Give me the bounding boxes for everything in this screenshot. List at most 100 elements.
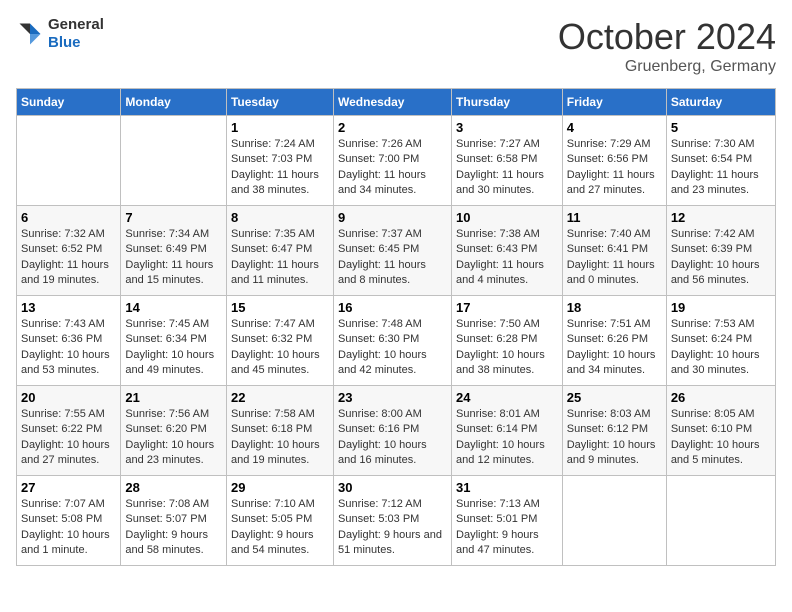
day-number: 13 (21, 300, 116, 315)
day-info: Sunrise: 7:53 AM Sunset: 6:24 PM Dayligh… (671, 317, 771, 379)
calendar-cell (17, 116, 121, 206)
day-info: Sunrise: 7:47 AM Sunset: 6:32 PM Dayligh… (231, 317, 329, 379)
day-number: 30 (338, 480, 447, 495)
calendar-cell: 21 Sunrise: 7:56 AM Sunset: 6:20 PM Dayli… (121, 386, 227, 476)
calendar-cell: 17Sunrise: 7:50 AM Sunset: 6:28 PM Dayli… (452, 296, 563, 386)
calendar-week-row: 20Sunrise: 7:55 AM Sunset: 6:22 PM Dayli… (17, 386, 776, 476)
day-info: Sunrise: 7:42 AM Sunset: 6:39 PM Dayligh… (671, 227, 771, 289)
calendar-cell: 22 Sunrise: 7:58 AM Sunset: 6:18 PM Dayli… (226, 386, 333, 476)
weekday-header: Friday (562, 89, 666, 116)
day-number: 23 (338, 390, 447, 405)
day-info: Sunrise: 7:34 AM Sunset: 6:49 PM Dayligh… (125, 227, 222, 289)
month-title: October 2024 (558, 16, 776, 58)
day-info: Sunrise: 7:26 AM Sunset: 7:00 PM Dayligh… (338, 137, 447, 199)
calendar-cell: 13 Sunrise: 7:43 AM Sunset: 6:36 PM Dayli… (17, 296, 121, 386)
calendar-cell: 25 Sunrise: 8:03 AM Sunset: 6:12 PM Dayli… (562, 386, 666, 476)
day-number: 26 (671, 390, 771, 405)
day-number: 18 (567, 300, 662, 315)
day-number: 15 (231, 300, 329, 315)
calendar-cell: 6 Sunrise: 7:32 AM Sunset: 6:52 PM Daylig… (17, 206, 121, 296)
location: Gruenberg, Germany (558, 58, 776, 76)
day-info: Sunrise: 7:38 AM Sunset: 6:43 PM Dayligh… (456, 227, 558, 289)
calendar-week-row: 1 Sunrise: 7:24 AM Sunset: 7:03 PM Daylig… (17, 116, 776, 206)
day-info: Sunrise: 7:29 AM Sunset: 6:56 PM Dayligh… (567, 137, 662, 199)
day-number: 21 (125, 390, 222, 405)
calendar-cell: 5 Sunrise: 7:30 AM Sunset: 6:54 PM Daylig… (666, 116, 775, 206)
calendar-cell: 30 Sunrise: 7:12 AM Sunset: 5:03 PM Dayli… (334, 476, 452, 566)
day-info: Sunrise: 7:56 AM Sunset: 6:20 PM Dayligh… (125, 407, 222, 469)
day-number: 29 (231, 480, 329, 495)
day-number: 24 (456, 390, 558, 405)
calendar-cell: 3Sunrise: 7:27 AM Sunset: 6:58 PM Daylig… (452, 116, 563, 206)
day-number: 10 (456, 210, 558, 225)
calendar-cell: 24 Sunrise: 8:01 AM Sunset: 6:14 PM Dayli… (452, 386, 563, 476)
calendar-cell: 14 Sunrise: 7:45 AM Sunset: 6:34 PM Dayli… (121, 296, 227, 386)
calendar-cell: 7 Sunrise: 7:34 AM Sunset: 6:49 PM Daylig… (121, 206, 227, 296)
day-info: Sunrise: 7:32 AM Sunset: 6:52 PM Dayligh… (21, 227, 116, 289)
day-info: Sunrise: 7:45 AM Sunset: 6:34 PM Dayligh… (125, 317, 222, 379)
day-number: 28 (125, 480, 222, 495)
day-number: 3 (456, 120, 558, 135)
calendar-cell: 2Sunrise: 7:26 AM Sunset: 7:00 PM Daylig… (334, 116, 452, 206)
calendar-cell: 1 Sunrise: 7:24 AM Sunset: 7:03 PM Daylig… (226, 116, 333, 206)
calendar-cell: 11 Sunrise: 7:40 AM Sunset: 6:41 PM Dayli… (562, 206, 666, 296)
calendar-cell (121, 116, 227, 206)
day-info: Sunrise: 7:24 AM Sunset: 7:03 PM Dayligh… (231, 137, 329, 199)
logo: General Blue (16, 16, 104, 52)
logo-icon (16, 20, 44, 48)
day-info: Sunrise: 7:30 AM Sunset: 6:54 PM Dayligh… (671, 137, 771, 199)
weekday-header: Wednesday (334, 89, 452, 116)
day-number: 20 (21, 390, 116, 405)
calendar-cell: 9 Sunrise: 7:37 AM Sunset: 6:45 PM Daylig… (334, 206, 452, 296)
calendar-cell: 18Sunrise: 7:51 AM Sunset: 6:26 PM Dayli… (562, 296, 666, 386)
day-number: 11 (567, 210, 662, 225)
calendar-cell: 27 Sunrise: 7:07 AM Sunset: 5:08 PM Dayli… (17, 476, 121, 566)
day-number: 9 (338, 210, 447, 225)
day-info: Sunrise: 8:05 AM Sunset: 6:10 PM Dayligh… (671, 407, 771, 469)
calendar-table: SundayMondayTuesdayWednesdayThursdayFrid… (16, 88, 776, 566)
day-number: 31 (456, 480, 558, 495)
day-number: 14 (125, 300, 222, 315)
calendar-cell: 28Sunrise: 7:08 AM Sunset: 5:07 PM Dayli… (121, 476, 227, 566)
calendar-week-row: 6 Sunrise: 7:32 AM Sunset: 6:52 PM Daylig… (17, 206, 776, 296)
day-info: Sunrise: 8:01 AM Sunset: 6:14 PM Dayligh… (456, 407, 558, 469)
calendar-week-row: 13 Sunrise: 7:43 AM Sunset: 6:36 PM Dayli… (17, 296, 776, 386)
day-number: 25 (567, 390, 662, 405)
calendar-cell: 15 Sunrise: 7:47 AM Sunset: 6:32 PM Dayli… (226, 296, 333, 386)
day-info: Sunrise: 7:10 AM Sunset: 5:05 PM Dayligh… (231, 497, 329, 559)
calendar-cell: 26 Sunrise: 8:05 AM Sunset: 6:10 PM Dayli… (666, 386, 775, 476)
calendar-cell: 23 Sunrise: 8:00 AM Sunset: 6:16 PM Dayli… (334, 386, 452, 476)
day-number: 22 (231, 390, 329, 405)
weekday-header: Sunday (17, 89, 121, 116)
calendar-cell: 19 Sunrise: 7:53 AM Sunset: 6:24 PM Dayli… (666, 296, 775, 386)
day-info: Sunrise: 7:58 AM Sunset: 6:18 PM Dayligh… (231, 407, 329, 469)
weekday-header: Thursday (452, 89, 563, 116)
day-info: Sunrise: 8:03 AM Sunset: 6:12 PM Dayligh… (567, 407, 662, 469)
day-number: 27 (21, 480, 116, 495)
calendar-cell: 16 Sunrise: 7:48 AM Sunset: 6:30 PM Dayli… (334, 296, 452, 386)
day-info: Sunrise: 7:07 AM Sunset: 5:08 PM Dayligh… (21, 497, 116, 559)
day-number: 19 (671, 300, 771, 315)
day-info: Sunrise: 7:13 AM Sunset: 5:01 PM Dayligh… (456, 497, 558, 559)
day-number: 5 (671, 120, 771, 135)
calendar-cell: 12Sunrise: 7:42 AM Sunset: 6:39 PM Dayli… (666, 206, 775, 296)
calendar-cell: 20Sunrise: 7:55 AM Sunset: 6:22 PM Dayli… (17, 386, 121, 476)
calendar-cell: 29 Sunrise: 7:10 AM Sunset: 5:05 PM Dayli… (226, 476, 333, 566)
day-info: Sunrise: 7:40 AM Sunset: 6:41 PM Dayligh… (567, 227, 662, 289)
day-number: 7 (125, 210, 222, 225)
calendar-cell: 4Sunrise: 7:29 AM Sunset: 6:56 PM Daylig… (562, 116, 666, 206)
day-info: Sunrise: 8:00 AM Sunset: 6:16 PM Dayligh… (338, 407, 447, 469)
weekday-header: Saturday (666, 89, 775, 116)
day-info: Sunrise: 7:48 AM Sunset: 6:30 PM Dayligh… (338, 317, 447, 379)
calendar-cell: 10 Sunrise: 7:38 AM Sunset: 6:43 PM Dayli… (452, 206, 563, 296)
day-info: Sunrise: 7:12 AM Sunset: 5:03 PM Dayligh… (338, 497, 447, 559)
day-info: Sunrise: 7:35 AM Sunset: 6:47 PM Dayligh… (231, 227, 329, 289)
day-number: 6 (21, 210, 116, 225)
day-info: Sunrise: 7:50 AM Sunset: 6:28 PM Dayligh… (456, 317, 558, 379)
logo-text: General Blue (48, 16, 104, 52)
weekday-header: Tuesday (226, 89, 333, 116)
day-info: Sunrise: 7:37 AM Sunset: 6:45 PM Dayligh… (338, 227, 447, 289)
day-number: 16 (338, 300, 447, 315)
day-info: Sunrise: 7:43 AM Sunset: 6:36 PM Dayligh… (21, 317, 116, 379)
day-number: 1 (231, 120, 329, 135)
